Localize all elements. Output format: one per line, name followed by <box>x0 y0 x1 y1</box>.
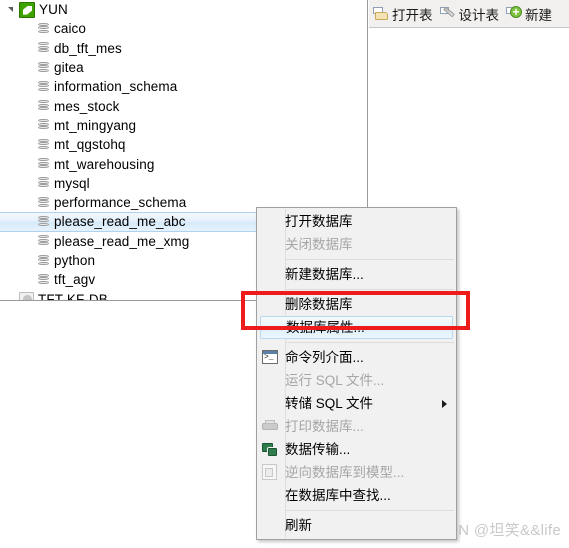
menu-separator <box>285 259 454 260</box>
mysql-connection-icon <box>19 1 35 18</box>
menu-separator <box>285 342 454 343</box>
new-table-label: 新建 <box>525 7 552 23</box>
tree-node-label: python <box>54 253 96 268</box>
menu-item-label: 数据库属性... <box>286 319 365 335</box>
database-icon <box>37 176 50 190</box>
database-icon <box>37 80 50 94</box>
database-icon <box>37 234 50 248</box>
menu-separator <box>285 510 454 511</box>
command-line-icon <box>262 350 278 364</box>
menu-item[interactable]: 命令列介面... <box>257 346 456 369</box>
database-context-menu[interactable]: 打开数据库关闭数据库新建数据库... 删除数据库数据库属性... 命令列介面... 运… <box>256 207 457 540</box>
menu-item-label: 逆向数据库到模型... <box>285 464 405 480</box>
menu-item-label: 打开数据库 <box>285 213 353 229</box>
database-icon <box>37 273 50 287</box>
expander-collapse-icon[interactable] <box>6 3 19 16</box>
tree-node-database[interactable]: caico <box>0 19 367 38</box>
tree-node-label: mysql <box>54 175 90 191</box>
database-icon <box>37 157 50 171</box>
menu-separator <box>285 289 454 290</box>
tree-node-label: mt_warehousing <box>54 156 155 172</box>
design-table-icon <box>439 6 456 21</box>
tree-node-label: TFT-KF-DB <box>38 291 108 301</box>
database-icon <box>37 99 50 113</box>
new-table-icon <box>506 6 522 21</box>
menu-item-label: 新建数据库... <box>285 266 364 282</box>
database-icon <box>37 254 50 268</box>
database-icon <box>37 61 50 75</box>
tree-node-database[interactable]: mysql <box>0 174 367 193</box>
menu-item[interactable]: 转储 SQL 文件 <box>257 392 456 415</box>
menu-item: 关闭数据库 <box>257 233 456 256</box>
tree-node-database[interactable]: gitea <box>0 58 367 77</box>
menu-item-label: 在数据库中查找... <box>285 487 391 503</box>
tree-node-label: information_schema <box>54 79 178 95</box>
menu-item-label: 删除数据库 <box>285 296 353 312</box>
menu-item[interactable]: 删除数据库 <box>257 293 456 316</box>
design-table-label: 设计表 <box>458 7 500 23</box>
design-table-button[interactable]: 设计表 <box>436 2 503 26</box>
tree-node-database[interactable]: db_tft_mes <box>0 39 367 58</box>
tree-node-label: please_read_me_xmg <box>54 233 190 249</box>
database-icon <box>37 118 50 132</box>
tree-node-label: db_tft_mes <box>54 40 122 56</box>
tree-node-label: tft_agv <box>54 272 96 288</box>
tree-node-label: caico <box>54 21 87 37</box>
menu-item-label: 命令列介面... <box>285 349 364 365</box>
print-icon <box>262 420 278 433</box>
tree-node-label: mt_mingyang <box>54 117 137 133</box>
database-icon <box>37 138 50 152</box>
table-toolbar: 打开表 设计表 新建 <box>369 0 569 27</box>
tree-node-database[interactable]: mt_mingyang <box>0 116 367 135</box>
reverse-model-icon <box>262 464 277 480</box>
tree-node-label: mt_qgstohq <box>54 137 126 153</box>
menu-item[interactable]: 数据传输... <box>257 438 456 461</box>
data-transfer-icon <box>262 442 278 457</box>
open-table-icon <box>373 6 389 21</box>
menu-item: 运行 SQL 文件... <box>257 369 456 392</box>
menu-item[interactable]: 在数据库中查找... <box>257 484 456 507</box>
submenu-arrow-icon <box>442 400 447 408</box>
context-menu-items: 打开数据库关闭数据库新建数据库... 删除数据库数据库属性... 命令列介面... 运… <box>257 210 456 537</box>
tree-node-database[interactable]: mt_qgstohq <box>0 135 367 154</box>
tree-node-database[interactable]: information_schema <box>0 77 367 96</box>
menu-item[interactable]: 打开数据库 <box>257 210 456 233</box>
menu-item-label: 转储 SQL 文件 <box>285 395 374 411</box>
database-icon <box>37 215 50 229</box>
open-table-label: 打开表 <box>392 7 433 23</box>
tree-node-label: YUN <box>39 2 68 18</box>
tree-node-label: please_read_me_abc <box>54 214 186 230</box>
new-table-button[interactable]: 新建 <box>502 2 555 26</box>
menu-item-label: 关闭数据库 <box>285 236 353 252</box>
toolbar-divider <box>369 27 569 28</box>
menu-item-label: 运行 SQL 文件... <box>285 372 385 388</box>
menu-item: 逆向数据库到模型... <box>257 461 456 484</box>
tree-node-connection-yun[interactable]: YUN <box>0 0 367 19</box>
tree-node-label: performance_schema <box>54 195 187 211</box>
tree-node-label: mes_stock <box>54 98 120 114</box>
menu-item-label: 数据传输... <box>285 441 351 457</box>
menu-item: 打印数据库... <box>257 415 456 438</box>
database-icon <box>37 22 50 36</box>
postgres-connection-icon <box>19 291 34 300</box>
tree-node-database[interactable]: mt_warehousing <box>0 154 367 173</box>
tree-node-database[interactable]: mes_stock <box>0 96 367 115</box>
tree-node-label: gitea <box>54 60 84 76</box>
menu-item[interactable]: 刷新 <box>257 514 456 537</box>
menu-item[interactable]: 数据库属性... <box>260 316 453 339</box>
database-icon <box>37 41 50 55</box>
menu-item-label: 打印数据库... <box>285 418 364 434</box>
menu-item-label: 刷新 <box>285 517 312 533</box>
database-icon <box>37 196 50 210</box>
open-table-button[interactable]: 打开表 <box>369 2 436 26</box>
menu-item[interactable]: 新建数据库... <box>257 263 456 286</box>
